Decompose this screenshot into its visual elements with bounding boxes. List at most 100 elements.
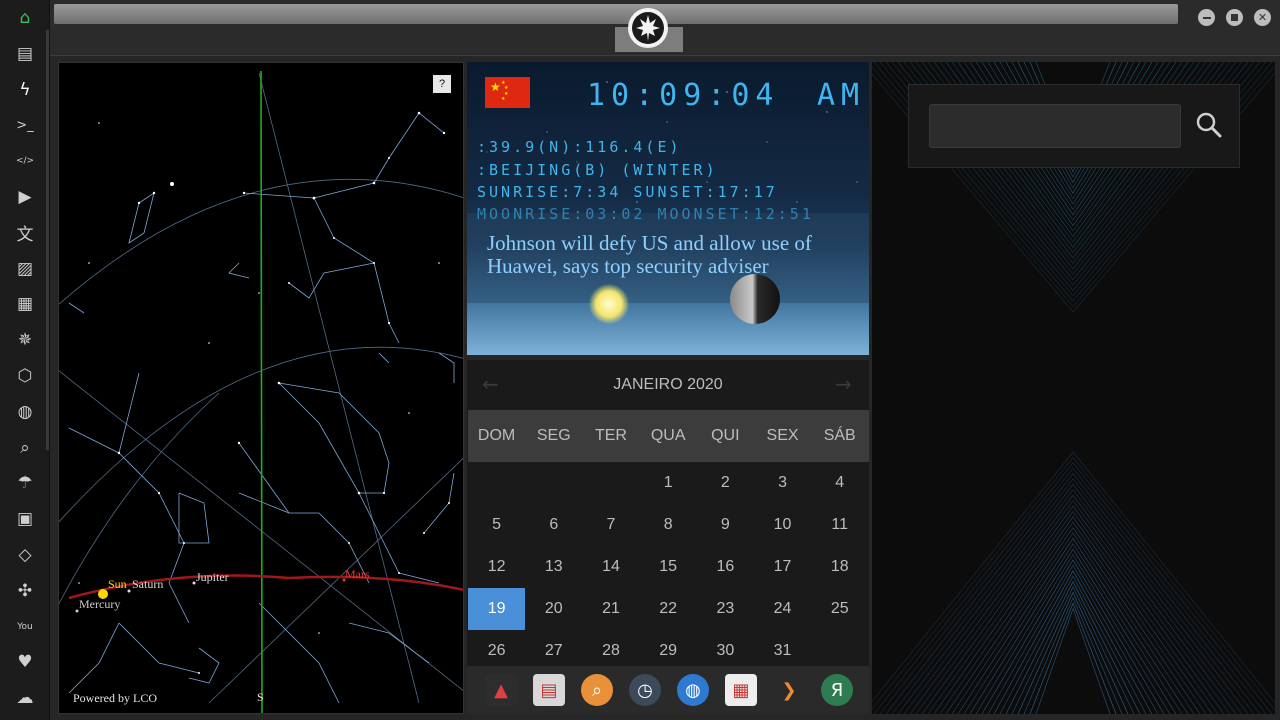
translate-icon[interactable]: 文 <box>13 221 37 245</box>
compass-south-label: S <box>257 690 264 704</box>
calendar-day[interactable]: 26 <box>468 632 525 666</box>
decorative-panel <box>872 62 1275 714</box>
play-app-icon[interactable]: ❯ <box>773 674 805 706</box>
world-clock-widget: ★ ★ ★ ★ ★ 10:09:04 AM :39.9(N):116.4(E) … <box>467 62 869 355</box>
calendar-day[interactable]: 22 <box>640 590 697 628</box>
china-flag-icon: ★ ★ ★ ★ ★ <box>485 77 530 108</box>
umbrella-icon[interactable]: ☂ <box>13 471 37 495</box>
dev-icon[interactable]: ◇ <box>13 543 37 567</box>
weekday-label: TER <box>594 427 627 444</box>
code-icon[interactable]: </> <box>13 149 37 173</box>
calendar-day[interactable]: 28 <box>582 632 639 666</box>
calendar-day[interactable]: 14 <box>582 548 639 586</box>
saturn-marker <box>127 589 131 593</box>
minimize-icon[interactable] <box>1198 9 1215 26</box>
weekday-header: DOM SEG TER QUA QUI SEX SÁB <box>468 410 869 462</box>
terminal-icon[interactable]: >_ <box>13 113 37 137</box>
contacts-icon[interactable]: ▣ <box>13 507 37 531</box>
calendar-day[interactable]: 30 <box>697 632 754 666</box>
calendar-day[interactable]: 9 <box>697 506 754 544</box>
maximize-icon[interactable] <box>1226 9 1243 26</box>
rebel-alliance-icon[interactable] <box>628 8 668 48</box>
calendar-empty-cell <box>582 464 639 502</box>
calendar-day[interactable]: 8 <box>640 506 697 544</box>
home-icon[interactable]: ⌂ <box>13 6 37 30</box>
calendar-day[interactable]: 4 <box>811 464 868 502</box>
calendar-day[interactable]: 5 <box>468 506 525 544</box>
clock-app-icon[interactable]: ◷ <box>629 674 661 706</box>
next-month-button[interactable]: → <box>835 372 852 396</box>
address-bar[interactable] <box>54 4 1178 24</box>
calendar-day[interactable]: 3 <box>754 464 811 502</box>
sun-label: Sun <box>108 577 127 591</box>
newspaper-icon[interactable]: ▦ <box>13 292 37 316</box>
calendar-grid: 1 2 3 4 5 6 7 8 9 10 11 12 13 14 15 16 17 18 19 20 21 22 23 24 2… <box>468 462 869 666</box>
jupiter-label: Jupiter <box>196 570 229 584</box>
search-app-icon[interactable]: ⌕ <box>581 674 613 706</box>
close-icon[interactable]: ✕ <box>1254 9 1271 26</box>
calendar-day[interactable]: 16 <box>697 548 754 586</box>
lightning-icon[interactable]: ϟ <box>13 78 37 102</box>
mars-label: Mars <box>345 567 370 581</box>
saturn-label: Saturn <box>132 577 163 591</box>
weekday-label: SEG <box>536 427 571 444</box>
youtube-icon[interactable]: You <box>13 615 37 639</box>
search-icon[interactable] <box>1193 109 1225 141</box>
help-button[interactable]: ? <box>433 75 451 93</box>
calendar-day[interactable]: 11 <box>811 506 868 544</box>
top-bar: ✕ <box>50 0 1280 56</box>
sky-map[interactable]: Sun Saturn Jupiter Mars Mercury ? Powere… <box>58 62 464 714</box>
news-reader-icon[interactable]: ▤ <box>533 674 565 706</box>
calendar-widget: ← JANEIRO 2020 → DOM SEG TER QUA QUI SEX SÁB 1… <box>467 360 869 666</box>
calendar-day[interactable]: 7 <box>582 506 639 544</box>
moon-phase-icon <box>730 274 780 324</box>
calendar-day[interactable]: 25 <box>811 590 868 628</box>
search-input[interactable] <box>929 104 1181 148</box>
weekday-label: SÁB <box>823 427 856 444</box>
calendar-day[interactable]: 24 <box>754 590 811 628</box>
app-launcher-icon[interactable]: ▲ <box>485 674 517 706</box>
heart-icon[interactable]: ♥ <box>13 650 37 674</box>
desktop-widget-screen: ⌂ ▤ ϟ >_ </> ▶ 文 ▨ ▦ ✵ ⬡ ◍ ⌕ ☂ ▣ ◇ ✣ You ♥ ☁ ✕ <box>0 0 1280 720</box>
search-icon[interactable]: ⌕ <box>13 436 37 460</box>
globe-icon[interactable]: ◍ <box>13 400 37 424</box>
calendar-day[interactable]: 18 <box>811 548 868 586</box>
document-icon[interactable]: ▤ <box>13 42 37 66</box>
play-icon[interactable]: ▶ <box>13 185 37 209</box>
calendar-day[interactable]: 1 <box>640 464 697 502</box>
calendar-day[interactable]: 21 <box>582 590 639 628</box>
calendar-day[interactable]: 12 <box>468 548 525 586</box>
calendar-week: 5 6 7 8 9 10 11 <box>468 504 869 546</box>
calendar-week: 26 27 28 29 30 31 <box>468 630 869 666</box>
sidebar-scrollbar[interactable] <box>46 30 49 450</box>
cloud-icon[interactable]: ☁ <box>13 686 37 710</box>
calendar-day[interactable]: 2 <box>697 464 754 502</box>
calendar-week: 12 13 14 15 16 17 18 <box>468 546 869 588</box>
calendar-day[interactable]: 15 <box>640 548 697 586</box>
calendar-day[interactable]: 10 <box>754 506 811 544</box>
calendar-day[interactable]: 20 <box>525 590 582 628</box>
calendar-month-title: JANEIRO 2020 <box>613 376 723 393</box>
clock-time: 10:09:04 <box>587 78 780 113</box>
calendar-day[interactable]: 23 <box>697 590 754 628</box>
calendar-day[interactable]: 19 <box>468 588 526 630</box>
calendar-day[interactable]: 17 <box>754 548 811 586</box>
expand-icon[interactable]: ✣ <box>13 579 37 603</box>
weekday-label: QUI <box>711 427 740 444</box>
yandex-icon[interactable]: Я <box>821 674 853 706</box>
browser-icon[interactable]: ◍ <box>677 674 709 706</box>
calendar-day[interactable]: 27 <box>525 632 582 666</box>
calendar-day[interactable]: 6 <box>525 506 582 544</box>
hexagon-icon[interactable]: ⬡ <box>13 364 37 388</box>
calendar-day[interactable]: 29 <box>640 632 697 666</box>
news-headline[interactable]: Johnson will defy US and allow use of Hu… <box>487 232 857 278</box>
calendar-week: 1234 <box>468 462 869 504</box>
galactic-empire-icon[interactable]: ✵ <box>13 328 37 352</box>
calendar-app-icon[interactable]: ▦ <box>725 674 757 706</box>
image-icon[interactable]: ▨ <box>13 257 37 281</box>
sun-times: SUNRISE:7:34 SUNSET:17:17 <box>477 183 778 201</box>
calendar-day[interactable]: 31 <box>754 632 811 666</box>
calendar-day[interactable]: 13 <box>525 548 582 586</box>
weekday-label: DOM <box>477 427 516 444</box>
app-dock: ▲ ▤ ⌕ ◷ ◍ ▦ ❯ Я <box>467 666 869 714</box>
